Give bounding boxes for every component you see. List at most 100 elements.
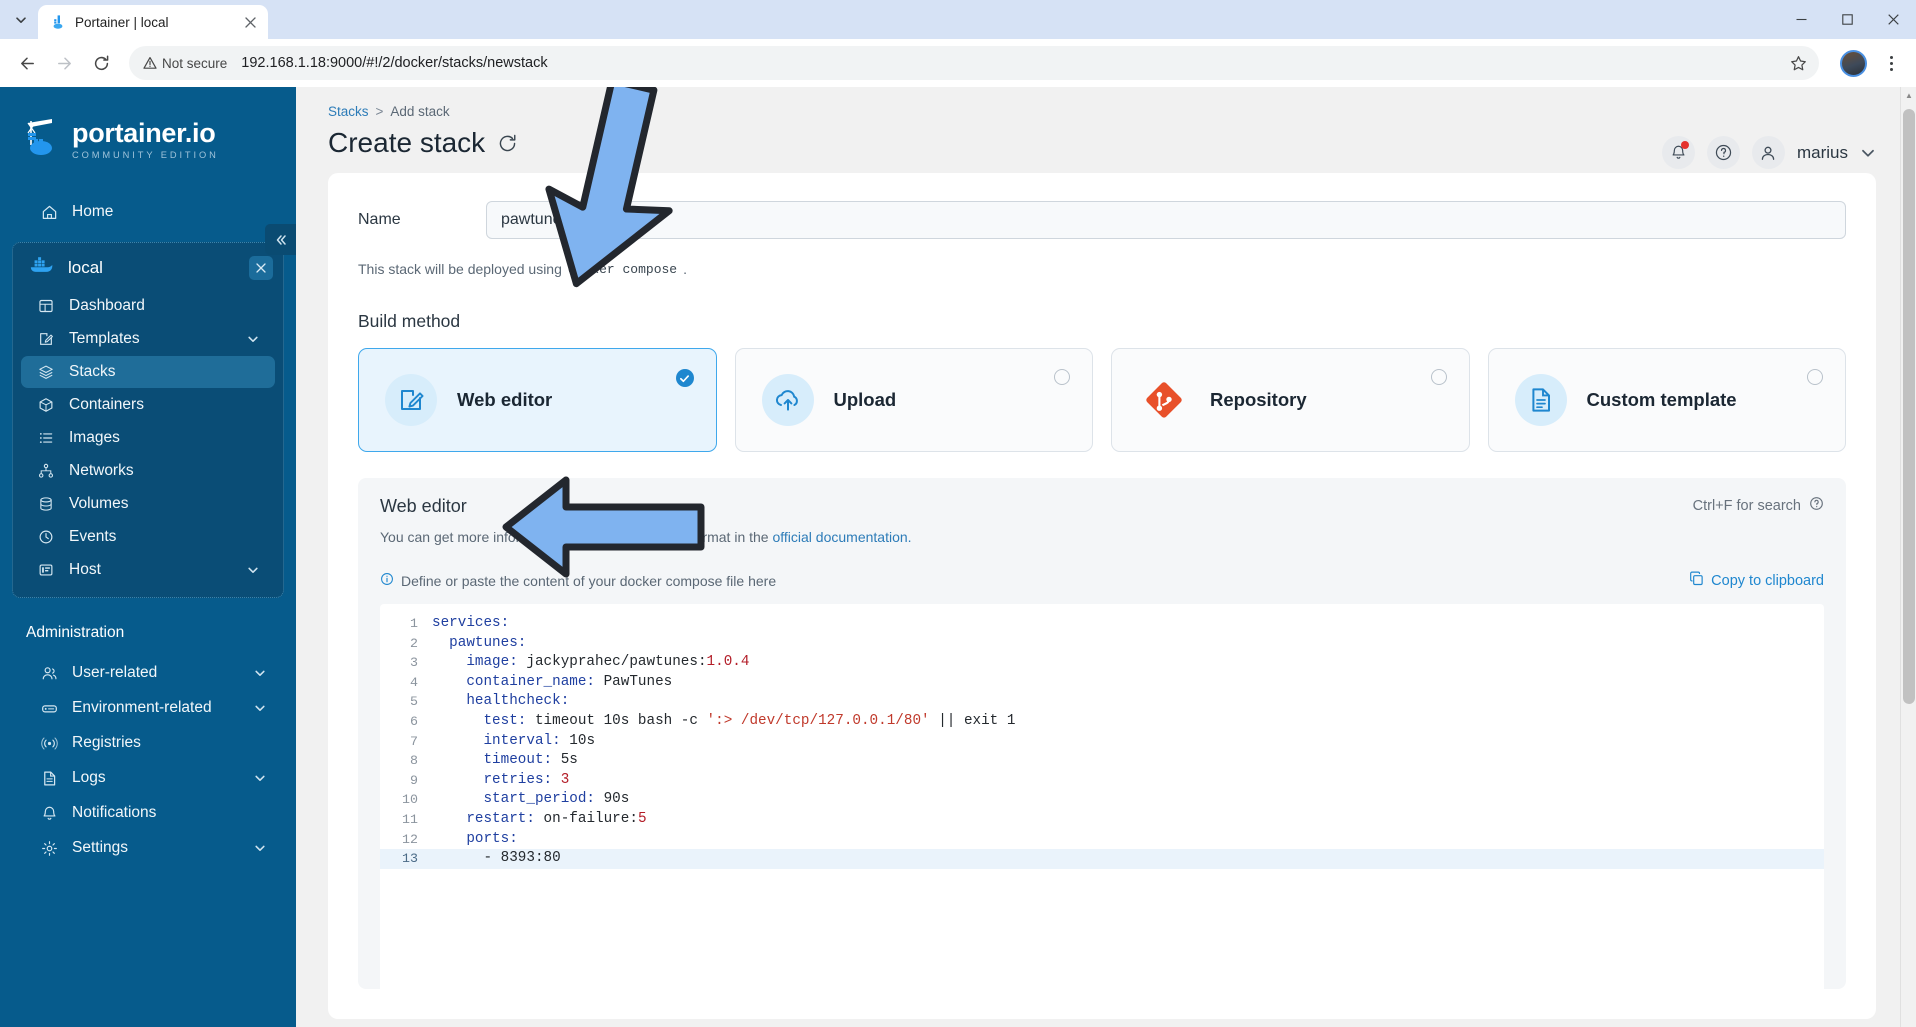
sidebar-item-registries[interactable]: Registries: [14, 727, 282, 759]
user-avatar-button[interactable]: [1751, 136, 1785, 169]
copy-to-clipboard-button[interactable]: Copy to clipboard: [1689, 571, 1824, 590]
code-line[interactable]: 7 interval: 10s: [380, 732, 1824, 752]
code-line[interactable]: 9 retries: 3: [380, 771, 1824, 791]
upload-method-card[interactable]: Upload: [734, 348, 1093, 452]
environment-close-icon[interactable]: [249, 255, 273, 280]
minimize-icon[interactable]: [1778, 0, 1824, 39]
bell-icon: [40, 805, 58, 822]
code-line[interactable]: 3 image: jackyprahec/pawtunes:1.0.4: [380, 653, 1824, 673]
page-scrollbar[interactable]: ▲: [1900, 87, 1916, 1027]
method-label: Web editor: [457, 389, 553, 410]
code-line[interactable]: 11 restart: on-failure:5: [380, 810, 1824, 830]
deploy-note: This stack will be deployed using docker…: [358, 261, 1846, 277]
code-text: services:: [432, 615, 510, 631]
content-topbar: Stacks > Add stack Create stack marius: [296, 87, 1916, 173]
code-text: pawtunes:: [432, 634, 527, 651]
name-form-row: Name: [358, 201, 1846, 239]
info-circle-icon: [380, 572, 394, 589]
security-label: Not secure: [162, 55, 228, 71]
browser-tab-title: Portainer | local: [75, 14, 169, 30]
code-line[interactable]: 8 timeout: 5s: [380, 751, 1824, 771]
web-editor-method-card[interactable]: Web editor: [358, 348, 717, 452]
code-line[interactable]: 10 start_period: 90s: [380, 790, 1824, 810]
line-number: 1: [410, 616, 418, 631]
official-documentation-link[interactable]: official documentation.: [772, 529, 911, 545]
compose-code-editor[interactable]: 1 services: 2 pawtunes: 3 image: jackyprahe…: [380, 604, 1824, 989]
sidebar-item-label: Networks: [69, 462, 134, 479]
window-close-icon[interactable]: [1870, 0, 1916, 39]
host-server-icon: [37, 562, 55, 578]
sidebar-item-networks[interactable]: Networks: [21, 455, 275, 487]
description-prefix: You can get more information about Compo…: [380, 529, 769, 545]
question-circle-icon: [1715, 144, 1732, 161]
chevron-down-icon[interactable]: [1860, 145, 1876, 161]
build-method-title: Build method: [358, 311, 461, 331]
sidebar-item-user-related[interactable]: User-related: [14, 657, 282, 689]
chevron-down-icon[interactable]: [247, 564, 259, 576]
star-icon[interactable]: [1783, 48, 1813, 78]
sidebar-item-host[interactable]: Host: [21, 554, 275, 586]
sidebar-item-home[interactable]: Home: [14, 196, 282, 228]
security-indicator[interactable]: Not secure: [143, 56, 227, 71]
back-arrow-icon[interactable]: [10, 46, 44, 80]
logs-document-icon: [40, 770, 58, 787]
sidebar-item-templates[interactable]: Templates: [21, 323, 275, 355]
chevron-down-icon[interactable]: [247, 333, 259, 345]
radio-button[interactable]: [1054, 369, 1070, 385]
code-line[interactable]: 1 services:: [380, 614, 1824, 634]
sidebar-item-volumes[interactable]: Volumes: [21, 488, 275, 520]
name-input[interactable]: [486, 201, 1846, 239]
question-circle-icon[interactable]: [1809, 496, 1824, 515]
forward-arrow-icon[interactable]: [47, 46, 81, 80]
sidebar-environment-header[interactable]: local: [13, 249, 283, 286]
code-line[interactable]: 12 ports:: [380, 830, 1824, 850]
code-line[interactable]: 4 container_name: PawTunes: [380, 673, 1824, 693]
sidebar-item-events[interactable]: Events: [21, 521, 275, 553]
chevron-down-icon[interactable]: [254, 772, 266, 784]
sidebar-item-dashboard[interactable]: Dashboard: [21, 290, 275, 322]
main-content: Stacks > Add stack Create stack marius N…: [296, 87, 1916, 1027]
custom-template-method-card[interactable]: Custom template: [1487, 348, 1846, 452]
refresh-icon[interactable]: [497, 133, 518, 154]
chevron-down-icon[interactable]: [254, 667, 266, 679]
maximize-icon[interactable]: [1824, 0, 1870, 39]
check-circle-icon[interactable]: [675, 369, 694, 387]
username-label: marius: [1796, 142, 1848, 162]
repository-method-card[interactable]: Repository: [1111, 348, 1470, 452]
template-edit-icon: [37, 331, 55, 347]
tab-search-chevron-icon[interactable]: [4, 3, 38, 37]
tab-close-icon[interactable]: [241, 13, 260, 32]
sidebar-collapse-button[interactable]: [265, 224, 296, 255]
profile-avatar[interactable]: [1840, 49, 1867, 77]
page-title-text: Create stack: [328, 127, 486, 158]
chevron-down-icon[interactable]: [254, 842, 266, 854]
sidebar-item-stacks[interactable]: Stacks: [21, 356, 275, 388]
kebab-menu-icon[interactable]: [1876, 46, 1906, 80]
search-hint-label: Ctrl+F for search: [1692, 497, 1801, 514]
radio-button[interactable]: [1807, 369, 1823, 385]
code-line[interactable]: 13 - 8393:80: [380, 849, 1824, 869]
sidebar-item-settings[interactable]: Settings: [14, 832, 282, 864]
reload-icon[interactable]: [84, 46, 118, 80]
portainer-logo[interactable]: portainer.io COMMUNITY EDITION: [0, 87, 296, 190]
radio-button[interactable]: [1430, 369, 1447, 385]
notifications-button[interactable]: [1661, 136, 1695, 169]
sidebar-item-label: Logs: [72, 769, 106, 786]
sidebar-item-notifications[interactable]: Notifications: [14, 797, 282, 829]
code-line[interactable]: 5 healthcheck:: [380, 692, 1824, 712]
browser-tab[interactable]: Portainer | local: [38, 5, 268, 39]
code-line[interactable]: 2 pawtunes:: [380, 634, 1824, 654]
address-bar[interactable]: Not secure 192.168.1.18:9000/#!/2/docker…: [129, 46, 1819, 80]
chevron-down-icon[interactable]: [254, 702, 266, 714]
scroll-up-arrow-icon[interactable]: ▲: [1901, 87, 1916, 104]
code-line[interactable]: 6 test: timeout 10s bash -c ':> /dev/tcp…: [380, 712, 1824, 732]
sidebar-item-containers[interactable]: Containers: [21, 389, 275, 421]
code-text: ports:: [432, 830, 518, 847]
breadcrumb-stacks-link[interactable]: Stacks: [328, 104, 369, 119]
sidebar-item-environment-related[interactable]: Environment-related: [14, 692, 282, 724]
help-button[interactable]: [1706, 136, 1740, 169]
sidebar-item-label: User-related: [72, 664, 158, 681]
scrollbar-thumb[interactable]: [1903, 109, 1915, 704]
sidebar-item-images[interactable]: Images: [21, 422, 275, 454]
sidebar-item-logs[interactable]: Logs: [14, 762, 282, 794]
